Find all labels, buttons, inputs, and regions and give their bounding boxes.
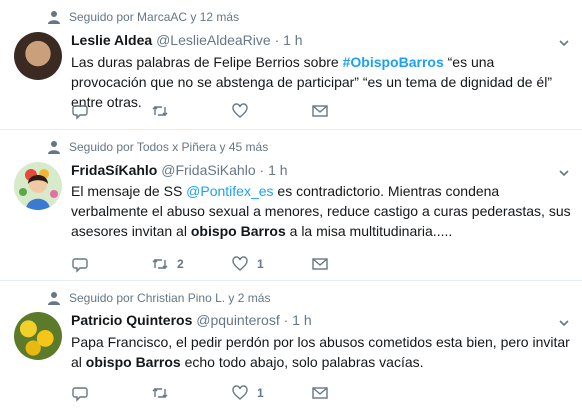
text-part: El mensaje de SS [71,183,187,199]
like-button[interactable]: 1 [231,255,311,273]
author-handle[interactable]: @LeslieAldeaRive [156,32,271,48]
tweet-text: Papa Francisco, el pedir perdón por los … [71,332,571,372]
reply-button[interactable] [71,384,151,402]
tweet-actions: 2 1 [71,255,391,273]
tweet-actions: 1 [71,384,391,402]
keyword-highlight: obispo Barros [190,223,286,239]
retweet-button[interactable]: 2 [151,255,231,273]
like-button[interactable]: 1 [231,384,311,402]
tweet-time[interactable]: · 1 h [275,32,303,48]
social-context-text[interactable]: Seguido por MarcaAC y 12 más [69,10,239,24]
like-icon [232,256,248,271]
author-name[interactable]: FridaSíKahlo [71,162,157,178]
text-part: Las duras palabras de Felipe Berrios sob… [71,54,343,70]
like-icon [232,385,248,400]
author-handle[interactable]: @FridaSiKahlo [161,162,255,178]
message-button[interactable] [311,102,391,120]
avatar[interactable] [14,162,62,210]
keyword-highlight: obispo Barros [85,354,181,370]
reply-icon [72,105,88,120]
tweet[interactable]: Seguido por MarcaAC y 12 más Leslie Alde… [0,0,582,130]
tweet[interactable]: Seguido por Christian Pino L. y 2 más Pa… [0,281,582,412]
avatar[interactable] [14,312,62,360]
retweet-count: 2 [177,257,184,271]
social-context: Seguido por MarcaAC y 12 más [47,10,239,24]
retweet-button[interactable] [151,102,231,120]
tweet-time[interactable]: · 1 h [260,162,288,178]
person-icon [48,292,60,305]
author-handle[interactable]: @pquinterosf [196,312,279,328]
retweet-button[interactable] [151,384,231,402]
text-part: echo todo abajo, solo palabras vacías. [180,354,424,370]
person-icon [48,141,60,154]
author-name[interactable]: Leslie Aldea [71,32,152,48]
tweet-actions [71,102,391,120]
retweet-icon [152,388,168,398]
like-button[interactable] [231,102,311,120]
reply-icon [72,258,88,273]
message-button[interactable] [311,384,391,402]
like-icon [232,103,248,118]
avatar[interactable] [14,32,62,80]
tweet-time[interactable]: · 1 h [284,312,312,328]
retweet-icon [152,106,168,116]
person-icon [48,11,60,24]
author-name[interactable]: Patricio Quinteros [71,312,192,328]
message-button[interactable] [311,255,391,273]
message-icon [312,387,328,399]
caret-down-icon[interactable] [558,167,570,179]
caret-down-icon[interactable] [558,37,570,49]
retweet-icon [152,259,168,269]
social-context: Seguido por Todos x Piñera y 45 más [47,140,268,154]
social-context-text[interactable]: Seguido por Christian Pino L. y 2 más [69,291,270,305]
mention-link[interactable]: @Pontifex_es [186,183,273,199]
caret-down-icon[interactable] [558,317,570,329]
like-count: 1 [257,257,264,271]
tweet-text: El mensaje de SS @Pontifex_es es contrad… [71,181,571,241]
text-part: a la misa multitudinaria..... [285,223,453,239]
like-count: 1 [257,386,264,400]
reply-button[interactable] [71,255,151,273]
avatar-illustration [14,162,62,210]
tweet[interactable]: Seguido por Todos x Piñera y 45 más Frid… [0,130,582,281]
reply-icon [72,387,88,402]
social-context: Seguido por Christian Pino L. y 2 más [47,291,270,305]
reply-button[interactable] [71,102,151,120]
message-icon [312,105,328,117]
social-context-text[interactable]: Seguido por Todos x Piñera y 45 más [69,140,268,154]
message-icon [312,258,328,270]
hashtag-link[interactable]: #ObispoBarros [343,54,444,70]
